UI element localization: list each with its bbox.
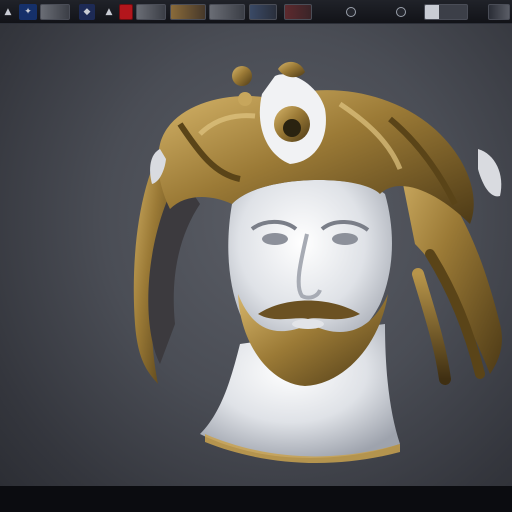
thumbnail-icon[interactable] [209, 4, 245, 20]
bust-render [133, 61, 502, 463]
top-toolbar: ▲ ✦ ◆ ▲ [0, 0, 512, 24]
thumbnail-icon[interactable] [40, 4, 70, 20]
triangle-icon[interactable]: ▲ [2, 4, 14, 20]
thumbnail-icon[interactable] [284, 4, 312, 20]
thumbnail-icon[interactable] [249, 4, 277, 20]
triangle-icon[interactable]: ▲ [104, 4, 114, 20]
viewport-bottom-bar [0, 486, 512, 512]
image-icon[interactable]: ◆ [79, 4, 95, 20]
thumbnail-icon[interactable] [170, 4, 206, 20]
app-icon[interactable]: ✦ [19, 4, 37, 20]
thumbnail-icon[interactable] [424, 4, 468, 20]
thumbnail-icon[interactable] [136, 4, 166, 20]
thumbnail-icon[interactable] [488, 4, 510, 20]
record-icon[interactable] [346, 7, 356, 17]
circle-icon[interactable] [396, 7, 406, 17]
red-thumbnail-icon[interactable] [119, 4, 133, 20]
